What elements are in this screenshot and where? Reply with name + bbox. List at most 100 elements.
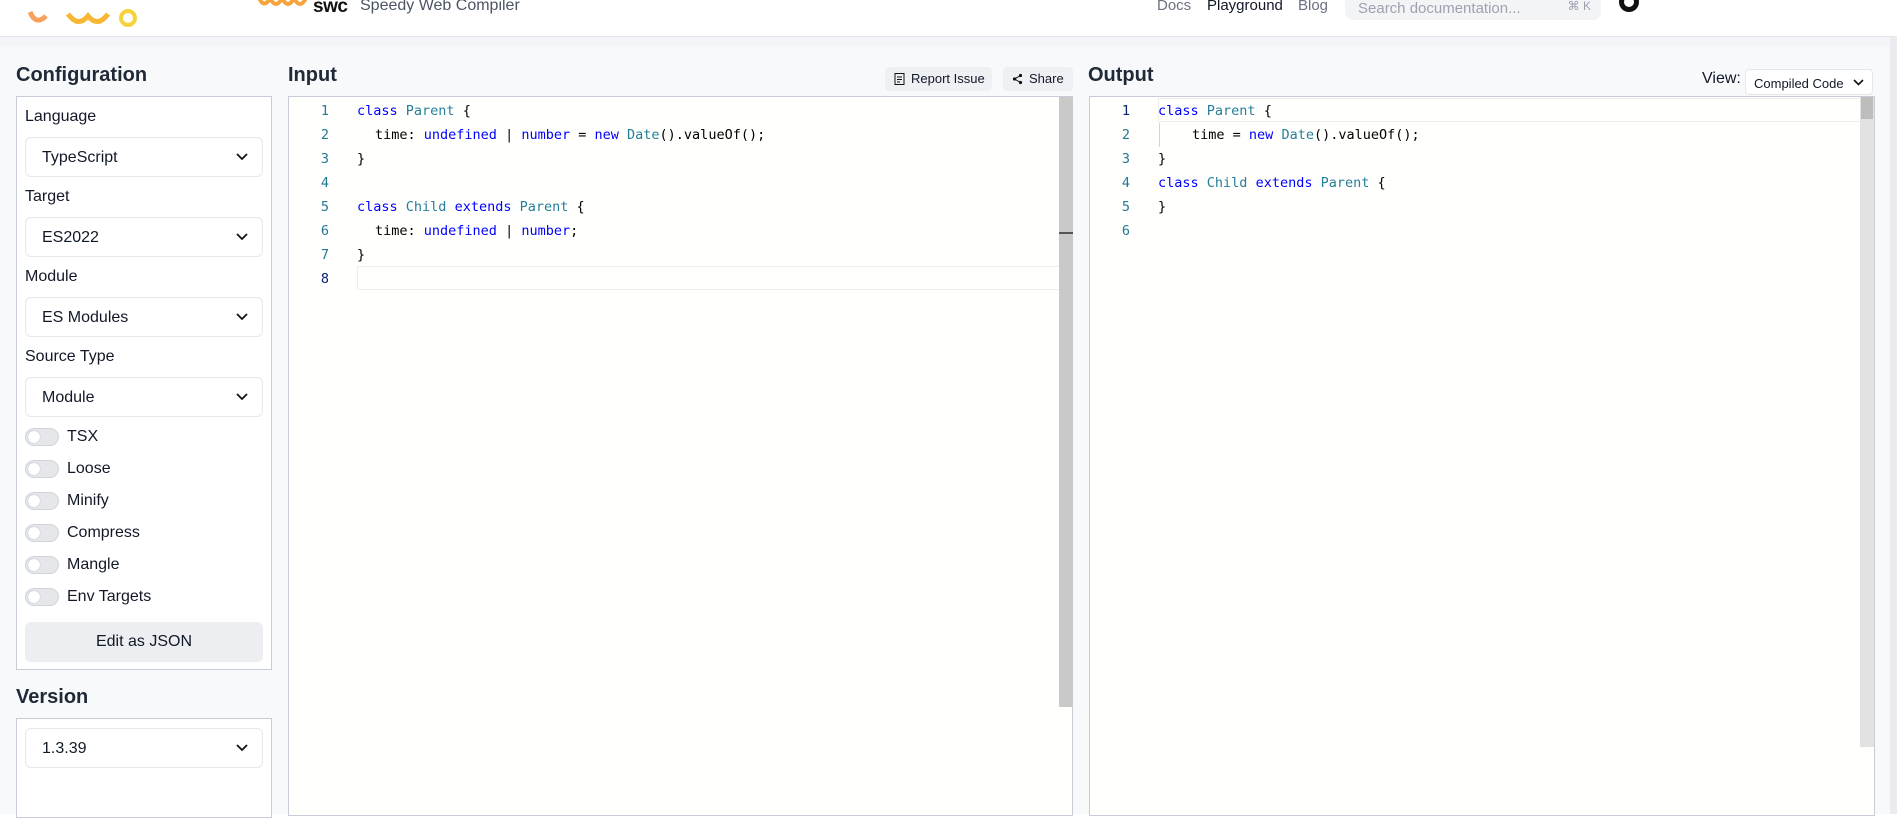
code-line: class Child extends Parent { [1158,171,1386,195]
config-panel: Language TypeScript Target ES2022 Module… [16,96,272,670]
toggle-loose[interactable]: Loose [25,458,255,480]
code-token: number [521,223,571,239]
toggle-env-targets[interactable]: Env Targets [25,586,255,608]
version-title: Version [16,686,89,708]
toggle-compress[interactable]: Compress [25,522,255,544]
toggle-mangle[interactable]: Mangle [25,554,255,576]
view-label: View: [1702,70,1741,87]
share-icon [1012,73,1023,85]
code-token: extends [454,199,512,215]
source-type-label: Source Type [25,348,115,365]
code-token: new [1248,127,1274,143]
scroll-cursor-marker [1059,232,1073,234]
report-issue-label: Report Issue [911,71,985,86]
code-token: = [570,127,595,143]
code-token: } [357,151,366,167]
language-value: TypeScript [42,149,118,166]
source-type-value: Module [42,389,95,406]
line-number: 5 [1121,199,1130,215]
code-token: Child [405,199,447,215]
code-line: } [357,147,365,171]
search-input[interactable]: Search documentation... ⌘ K [1345,0,1601,20]
chevron-down-icon [236,393,248,401]
chevron-down-icon [236,313,248,321]
edit-as-json-button[interactable]: Edit as JSON [25,622,263,662]
toggle-label: Mangle [67,556,120,573]
report-issue-button[interactable]: Report Issue [885,67,992,91]
line-number: 2 [320,127,329,143]
code-token: Parent [1206,103,1256,119]
toggle-switch[interactable] [25,556,59,574]
language-label: Language [25,108,97,125]
module-select[interactable]: ES Modules [25,297,263,337]
language-select[interactable]: TypeScript [25,137,263,177]
code-token: } [1158,151,1167,167]
brand-name[interactable]: swc [313,0,348,18]
module-label: Module [25,268,78,285]
toggle-minify[interactable]: Minify [25,490,255,512]
toggle-switch[interactable] [25,492,59,510]
share-label: Share [1029,71,1064,86]
code-token: extends [1255,175,1313,191]
scroll-thumb[interactable] [1861,97,1873,119]
code-token: { [1255,103,1272,119]
code-token: } [357,247,366,263]
page-scrollbar[interactable] [1890,37,1897,814]
chevron-down-icon [236,744,248,752]
output-editor[interactable]: 1 2 3 4 5 6 class Parent { time = new Da… [1089,96,1875,816]
code-token: ().valueOf(); [659,127,766,143]
code-token: { [568,199,585,215]
target-label: Target [25,188,70,205]
code-token: Parent [405,103,455,119]
swc-logo-icon[interactable] [256,0,310,14]
editor-scrollbar[interactable] [1059,97,1073,707]
config-title: Configuration [16,64,148,86]
toggle-switch[interactable] [25,524,59,542]
nav-docs[interactable]: Docs [1157,0,1191,14]
code-token: class [357,103,398,119]
line-number: 6 [1121,223,1130,239]
search-shortcut: ⌘ K [1567,0,1591,13]
code-token: class [357,199,398,215]
editor-scrollbar[interactable] [1860,97,1874,747]
input-title: Input [288,64,337,86]
header-divider [0,37,1897,46]
code-line: } [1158,147,1166,171]
code-token: | [496,223,522,239]
document-icon [894,73,905,85]
code-token: } [1158,199,1167,215]
version-value: 1.3.39 [42,740,87,757]
toggle-switch[interactable] [25,460,59,478]
code-token: number [521,127,571,143]
target-select[interactable]: ES2022 [25,217,263,257]
toggle-switch[interactable] [25,428,59,446]
top-navbar: swc Speedy Web Compiler Docs Playground … [0,0,1897,37]
nav-blog[interactable]: Blog [1298,0,1328,14]
code-token: undefined [423,223,497,239]
line-number: 3 [1121,151,1130,167]
input-editor[interactable]: 1 2 3 4 5 6 7 8 class Parent { time: und… [288,96,1073,816]
line-number: 2 [1121,127,1130,143]
chevron-down-icon [236,233,248,241]
code-token: time: [375,127,424,143]
toggle-tsx[interactable]: TSX [25,426,255,448]
code-token: Child [1206,175,1248,191]
code-line: time: undefined | number = new Date().va… [375,123,765,147]
view-select[interactable]: Compiled Code [1745,69,1873,95]
chevron-down-icon [236,153,248,161]
line-number: 4 [320,175,329,191]
code-line: time = new Date().valueOf(); [1192,123,1420,147]
code-token: undefined [423,127,497,143]
code-token: { [1369,175,1386,191]
version-select[interactable]: 1.3.39 [25,728,263,768]
toggle-switch[interactable] [25,588,59,606]
code-line: } [357,243,365,267]
github-icon[interactable] [1617,0,1641,16]
nav-playground[interactable]: Playground [1207,0,1283,14]
source-type-select[interactable]: Module [25,377,263,417]
share-button[interactable]: Share [1003,67,1073,91]
line-number: 6 [320,223,329,239]
